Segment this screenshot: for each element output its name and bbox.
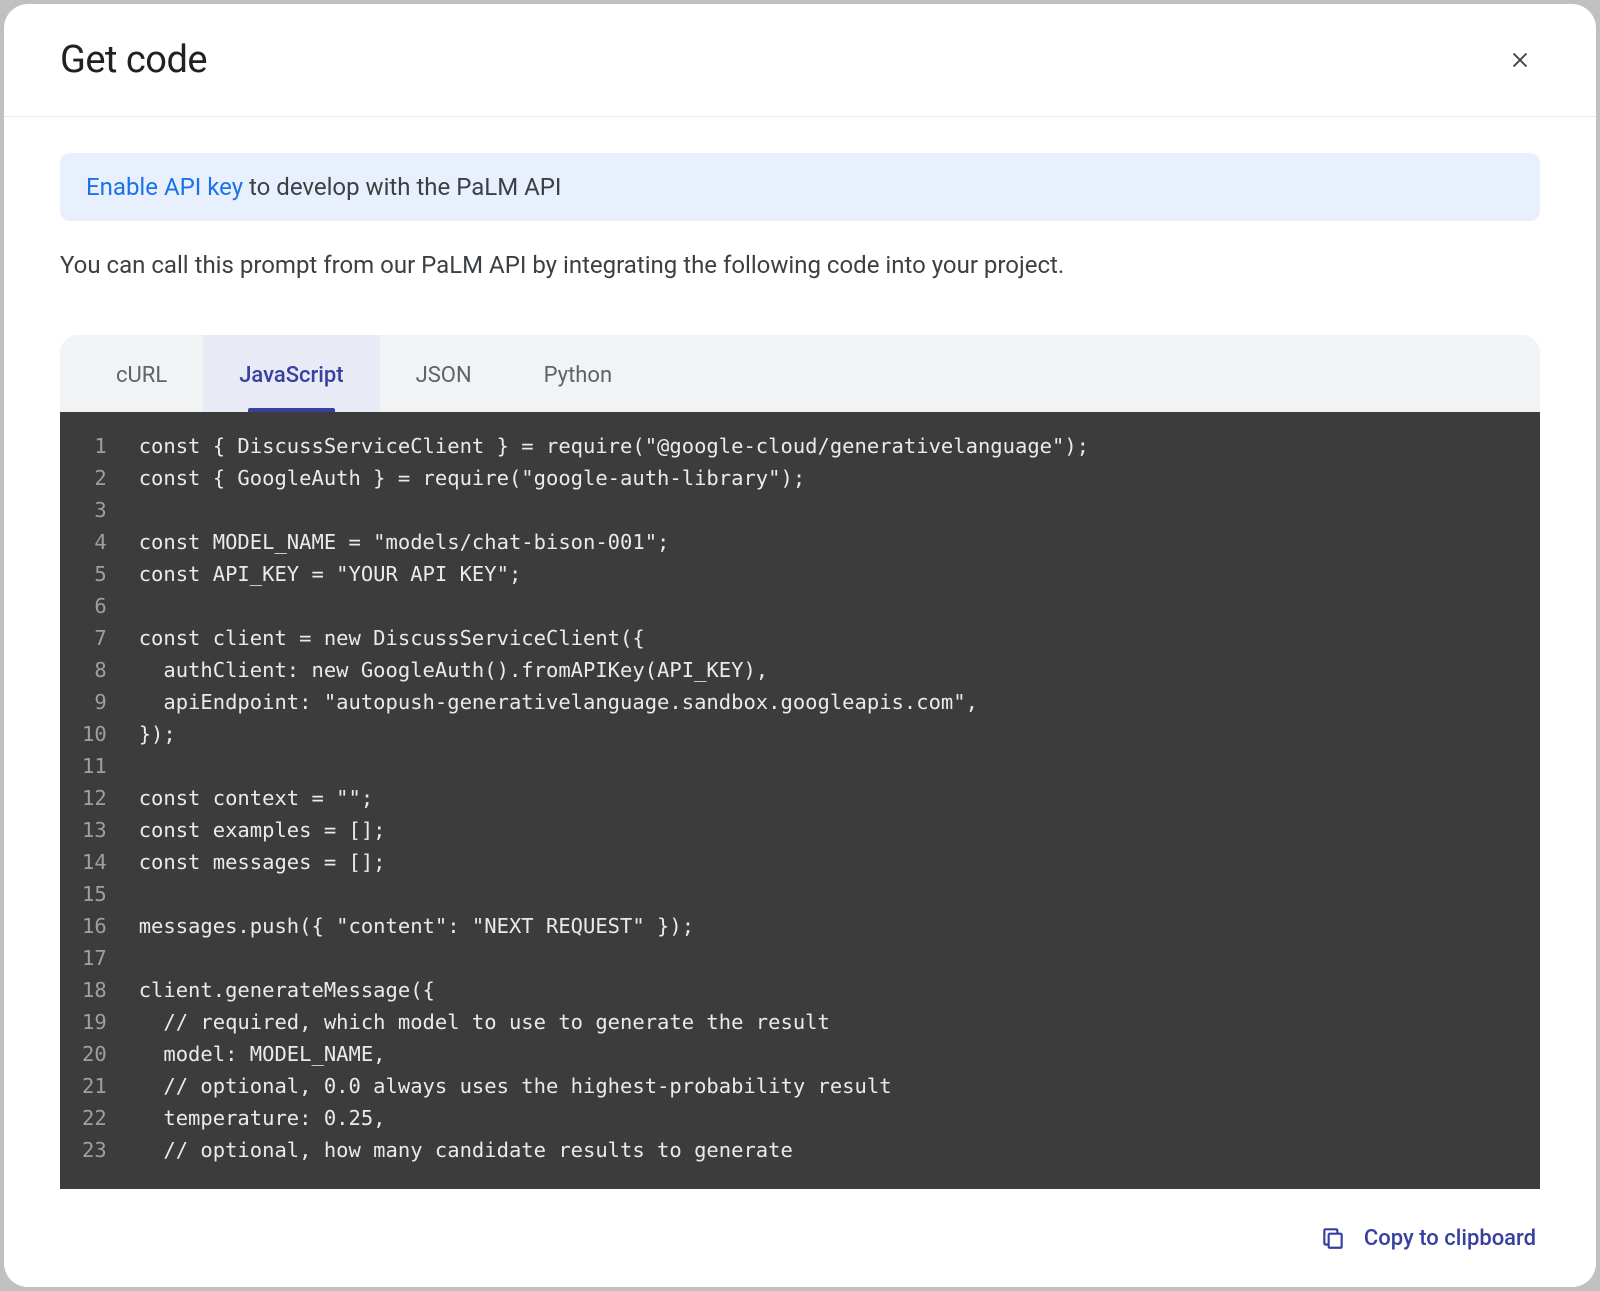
description-text: You can call this prompt from our PaLM A… bbox=[60, 249, 1540, 283]
line-number: 3 bbox=[82, 494, 107, 526]
language-tabs: cURL JavaScript JSON Python bbox=[60, 335, 1540, 412]
copy-icon bbox=[1320, 1225, 1346, 1251]
copy-button-label: Copy to clipboard bbox=[1364, 1226, 1536, 1251]
close-icon bbox=[1509, 49, 1531, 71]
line-number: 15 bbox=[82, 878, 107, 910]
line-number: 23 bbox=[82, 1134, 107, 1166]
line-number: 9 bbox=[82, 686, 107, 718]
tab-curl[interactable]: cURL bbox=[80, 335, 203, 412]
line-number: 13 bbox=[82, 814, 107, 846]
line-number: 8 bbox=[82, 654, 107, 686]
line-number: 18 bbox=[82, 974, 107, 1006]
line-number: 20 bbox=[82, 1038, 107, 1070]
line-number: 11 bbox=[82, 750, 107, 782]
line-number: 4 bbox=[82, 526, 107, 558]
line-number: 12 bbox=[82, 782, 107, 814]
line-number: 21 bbox=[82, 1070, 107, 1102]
line-number: 6 bbox=[82, 590, 107, 622]
line-numbers-gutter: 1234567891011121314151617181920212223 bbox=[60, 412, 123, 1189]
banner-text: to develop with the PaLM API bbox=[243, 173, 561, 201]
line-number: 19 bbox=[82, 1006, 107, 1038]
tab-json[interactable]: JSON bbox=[380, 335, 508, 412]
code-content: const { DiscussServiceClient } = require… bbox=[123, 412, 1089, 1189]
line-number: 2 bbox=[82, 462, 107, 494]
line-number: 17 bbox=[82, 942, 107, 974]
copy-to-clipboard-button[interactable]: Copy to clipboard bbox=[1306, 1215, 1550, 1261]
line-number: 22 bbox=[82, 1102, 107, 1134]
dialog-title: Get code bbox=[60, 38, 207, 82]
line-number: 10 bbox=[82, 718, 107, 750]
line-number: 14 bbox=[82, 846, 107, 878]
tab-javascript[interactable]: JavaScript bbox=[203, 335, 379, 412]
get-code-dialog: Get code Enable API key to develop with … bbox=[4, 4, 1596, 1287]
tab-python[interactable]: Python bbox=[508, 335, 648, 412]
code-area[interactable]: 1234567891011121314151617181920212223 co… bbox=[60, 412, 1540, 1189]
dialog-footer: Copy to clipboard bbox=[4, 1189, 1596, 1287]
line-number: 5 bbox=[82, 558, 107, 590]
line-number: 1 bbox=[82, 430, 107, 462]
dialog-header: Get code bbox=[4, 4, 1596, 117]
dialog-content: Enable API key to develop with the PaLM … bbox=[4, 117, 1596, 1189]
enable-api-key-link[interactable]: Enable API key bbox=[86, 173, 243, 201]
api-key-banner: Enable API key to develop with the PaLM … bbox=[60, 153, 1540, 221]
line-number: 16 bbox=[82, 910, 107, 942]
line-number: 7 bbox=[82, 622, 107, 654]
close-button[interactable] bbox=[1496, 36, 1544, 84]
code-panel: cURL JavaScript JSON Python 123456789101… bbox=[60, 335, 1540, 1189]
